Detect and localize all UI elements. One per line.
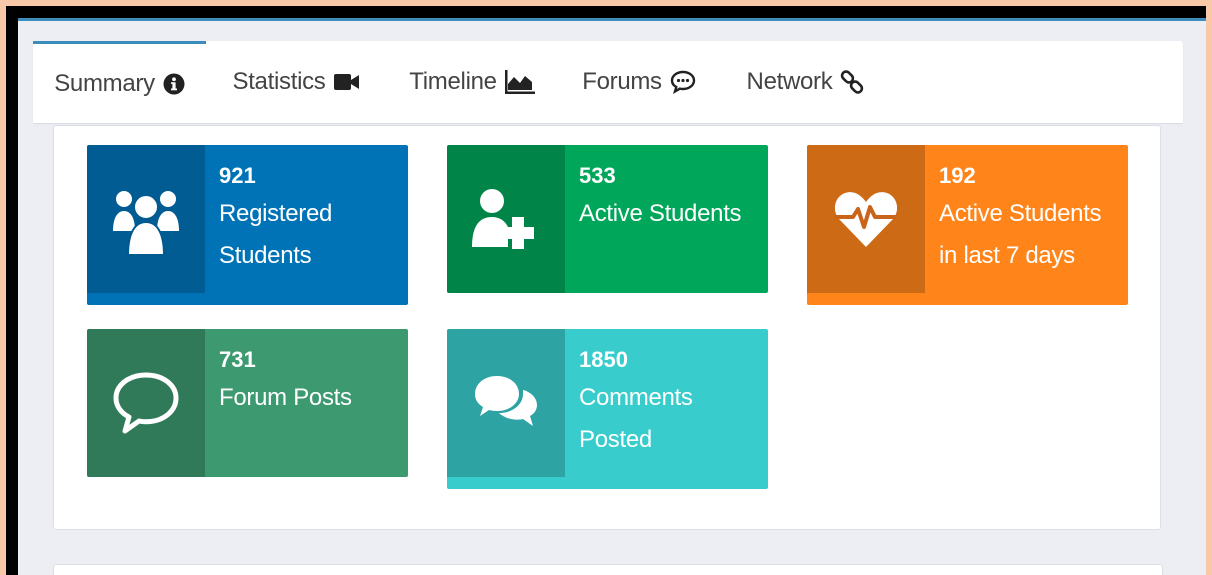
- tab-summary[interactable]: Summary: [33, 41, 206, 123]
- header-accent-line: [18, 18, 1206, 21]
- dashboard-screen: Summary Statistics Timeline Forums Netwo…: [18, 18, 1206, 575]
- info-box-text: 921 Registered Students: [219, 159, 400, 277]
- info-box-text: 533 Active Students: [579, 159, 760, 235]
- tab-label: Network: [746, 68, 833, 95]
- info-box-label-line1: Comments: [579, 384, 693, 411]
- info-box-text: 192 Active Students in last 7 days: [939, 159, 1120, 277]
- tab-label: Timeline: [409, 68, 497, 95]
- tab-bar: Summary Statistics Timeline Forums Netwo…: [33, 41, 1183, 123]
- users-icon: [87, 145, 205, 293]
- comments-posted-count: 1850: [579, 347, 628, 372]
- tab-label: Statistics: [232, 68, 326, 95]
- link-icon: [840, 70, 864, 94]
- comment-dots-icon: [670, 70, 696, 94]
- active-students-count: 533: [579, 163, 616, 188]
- info-box-registered-students[interactable]: 921 Registered Students: [87, 145, 408, 305]
- info-box-forum-posts[interactable]: 731 Forum Posts: [87, 329, 408, 477]
- heartbeat-icon: [807, 145, 925, 293]
- registered-students-count: 921: [219, 163, 256, 188]
- video-camera-icon: [333, 72, 360, 92]
- tab-label: Forums: [582, 68, 662, 95]
- comments-icon: [447, 329, 565, 477]
- area-chart-icon: [504, 70, 535, 94]
- info-box-active-students[interactable]: 533 Active Students: [447, 145, 768, 293]
- tab-label: Summary: [54, 69, 155, 97]
- info-box-active-last-7-days[interactable]: 192 Active Students in last 7 days: [807, 145, 1128, 305]
- info-box-comments-posted[interactable]: 1850 Comments Posted: [447, 329, 768, 489]
- active-last-7-days-count: 192: [939, 163, 976, 188]
- info-box-label-line2: Posted: [579, 426, 652, 453]
- tab-network[interactable]: Network: [730, 41, 881, 123]
- info-box-text: 731 Forum Posts: [219, 343, 400, 419]
- screenshot-frame: Summary Statistics Timeline Forums Netwo…: [6, 6, 1206, 575]
- tab-statistics[interactable]: Statistics: [221, 41, 371, 123]
- tab-timeline[interactable]: Timeline: [400, 41, 544, 123]
- info-circle-icon: [163, 73, 185, 95]
- forum-posts-count: 731: [219, 347, 256, 372]
- info-box-label-line1: Forum Posts: [219, 384, 352, 411]
- info-box-label-line1: Registered: [219, 200, 333, 227]
- tab-forums[interactable]: Forums: [571, 41, 707, 123]
- summary-panel: 921 Registered Students 533 Active Stude…: [53, 125, 1161, 530]
- info-box-label-line2: in last 7 days: [939, 242, 1075, 269]
- user-plus-icon: [447, 145, 565, 293]
- info-box-label-line2: Students: [219, 242, 312, 269]
- speech-bubble-icon: [87, 329, 205, 477]
- info-box-text: 1850 Comments Posted: [579, 343, 760, 461]
- secondary-panel: [53, 564, 1163, 575]
- info-box-label-line1: Active Students: [579, 200, 742, 227]
- info-box-label-line1: Active Students: [939, 200, 1102, 227]
